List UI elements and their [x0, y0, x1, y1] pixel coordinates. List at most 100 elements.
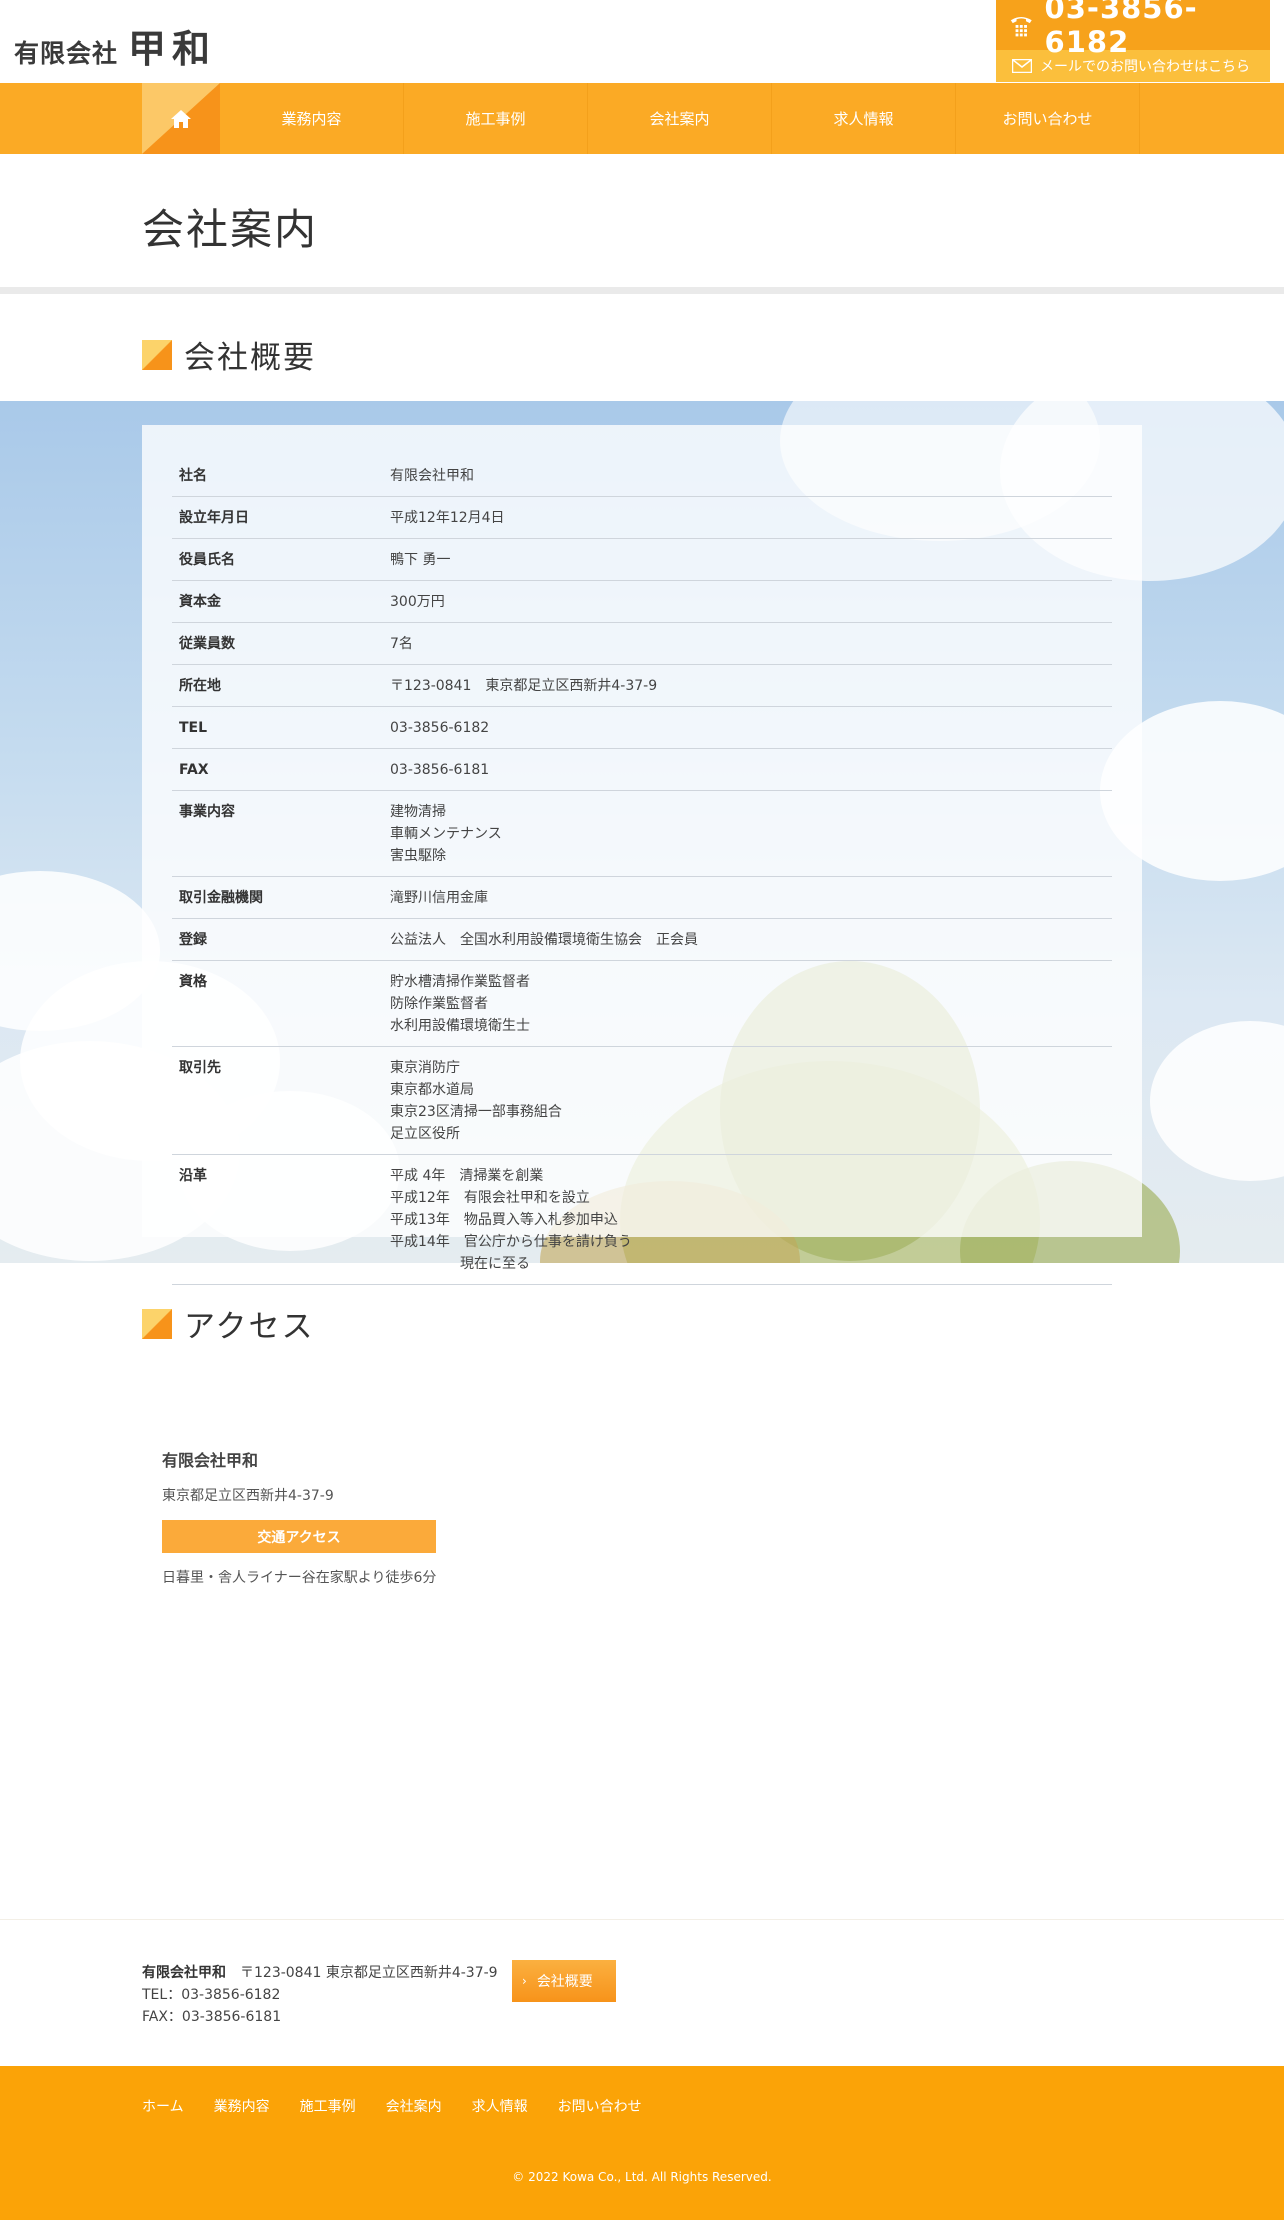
- info-value-line: 03-3856-6181: [390, 762, 490, 778]
- info-key: 沿革: [179, 1168, 207, 1184]
- header-contact: 03-3856-6182 メールでのお問い合わせはこちら: [996, 0, 1270, 82]
- info-row: 設立年月日 平成12年12月4日: [172, 497, 1112, 539]
- nav-item-label: 施工事例: [465, 110, 526, 128]
- nav-item-recruit[interactable]: 求人情報: [772, 83, 956, 154]
- site-logo[interactable]: 有限会社 甲和: [14, 18, 216, 73]
- home-icon: [171, 110, 191, 128]
- info-value-line: 東京都水道局: [390, 1082, 474, 1098]
- company-info-panel: 社名 有限会社甲和設立年月日 平成12年12月4日役員氏名 鴨下 勇一資本金 300万円…: [142, 425, 1142, 1285]
- header-tel[interactable]: 03-3856-6182: [996, 0, 1270, 59]
- info-value-line: 平成12年 有限会社甲和を設立: [390, 1190, 590, 1206]
- site-header: 有限会社 甲和 03-3856-6182 メールでのお問い合わせはこちら: [0, 0, 1284, 83]
- footer-nav-services[interactable]: 業務内容: [214, 2096, 270, 2116]
- info-value-line: 300万円: [390, 594, 445, 610]
- info-row: 事業内容 建物清掃 車輌メンテナンス 害虫駆除: [172, 791, 1112, 877]
- info-value-line: 平成14年 官公庁から仕事を請け負う: [390, 1234, 632, 1250]
- info-key: 資格: [179, 974, 207, 990]
- footer-fax: FAX：03-3856-6181: [142, 2009, 282, 2025]
- info-row: TEL 03-3856-6182: [172, 707, 1112, 749]
- info-value-line: 平成12年12月4日: [390, 510, 505, 526]
- info-value-line: 車輌メンテナンス: [390, 826, 502, 842]
- nav-home[interactable]: [142, 83, 220, 154]
- footer-company-name: 有限会社甲和: [142, 1965, 226, 1981]
- transit-access-button[interactable]: 交通アクセス: [162, 1520, 436, 1553]
- info-row: 所在地 〒123-0841 東京都足立区西新井4-37-9: [172, 665, 1112, 707]
- heading-square-icon: [142, 339, 172, 370]
- info-row: 取引先 東京消防庁 東京都水道局 東京23区清掃一部事務組合 足立区役所: [172, 1047, 1112, 1155]
- footer-nav-company[interactable]: 会社案内: [386, 2096, 442, 2116]
- info-row: 社名 有限会社甲和: [172, 455, 1112, 497]
- footer-divider: [0, 1919, 1284, 1920]
- info-row: 資格 貯水槽清掃作業監督者 防除作業監督者水利用設備環境衛生士: [172, 961, 1112, 1047]
- info-key: 取引金融機関: [179, 890, 263, 906]
- info-row: 取引金融機関 滝野川信用金庫: [172, 877, 1112, 919]
- info-value-line: 害虫駆除: [390, 848, 446, 864]
- info-value-line: 03-3856-6182: [390, 720, 490, 736]
- global-nav: 業務内容 施工事例 会社案内 求人情報 お問い合わせ: [0, 83, 1284, 154]
- info-value: 〒123-0841 東京都足立区西新井4-37-9: [390, 675, 1112, 697]
- info-value-line: 貯水槽清掃作業監督者: [390, 974, 530, 990]
- title-divider: [0, 287, 1284, 294]
- page-title: 会社案内: [142, 205, 319, 254]
- footer-overview-button[interactable]: › 会社概要: [512, 1960, 616, 2002]
- info-row: 従業員数 7名: [172, 623, 1112, 665]
- info-key: TEL: [179, 720, 208, 736]
- info-key: 設立年月日: [179, 510, 249, 526]
- info-key: 役員氏名: [179, 552, 235, 568]
- nav-item-contact[interactable]: お問い合わせ: [956, 83, 1140, 154]
- info-value-line: 防除作業監督者: [390, 996, 488, 1012]
- header-mail-label: メールでのお問い合わせはこちら: [1040, 59, 1250, 75]
- section-heading-overview: 会社概要: [142, 332, 316, 377]
- info-key: 事業内容: [179, 804, 235, 820]
- info-value: 300万円: [390, 591, 1112, 613]
- footer-overview-label: 会社概要: [536, 1974, 593, 1990]
- info-value: 有限会社甲和: [390, 465, 1112, 487]
- info-value-line: 7名: [390, 636, 413, 652]
- info-value-line: 平成13年 物品買入等入札参加申込: [390, 1212, 618, 1228]
- info-value-line: 足立区役所: [390, 1126, 460, 1142]
- nav-item-company[interactable]: 会社案内: [588, 83, 772, 154]
- phone-icon: [1010, 16, 1032, 37]
- nav-item-services[interactable]: 業務内容: [220, 83, 404, 154]
- info-value: 03-3856-6182: [390, 717, 1112, 739]
- info-value: 鴨下 勇一: [390, 549, 1112, 571]
- info-value-line: 滝野川信用金庫: [390, 890, 488, 906]
- info-value: 滝野川信用金庫: [390, 887, 1112, 909]
- info-key: 社名: [179, 468, 207, 484]
- info-value-line: 〒123-0841 東京都足立区西新井4-37-9: [390, 678, 658, 694]
- info-key: 取引先: [179, 1060, 221, 1076]
- access-address: 東京都足立区西新井4-37-9: [162, 1488, 334, 1504]
- info-value: 7名: [390, 633, 1112, 655]
- logo-name: 甲和: [128, 27, 217, 71]
- footer-nav-home[interactable]: ホーム: [142, 2096, 184, 2116]
- footer-nav: ホーム 業務内容 施工事例 会社案内 求人情報 お問い合わせ: [142, 2096, 672, 2116]
- footer-nav-recruit[interactable]: 求人情報: [472, 2096, 528, 2116]
- info-key: 従業員数: [179, 636, 235, 652]
- access-note: 日暮里・舎人ライナー谷在家駅より徒歩6分: [162, 1570, 437, 1586]
- nav-item-works[interactable]: 施工事例: [404, 83, 588, 154]
- nav-item-label: 会社案内: [649, 110, 710, 128]
- nav-item-label: 業務内容: [281, 110, 342, 128]
- info-key: 資本金: [179, 594, 221, 610]
- info-value: 平成 4年 清掃業を創業 平成12年 有限会社甲和を設立 平成13年 物品買入等入札…: [390, 1165, 1112, 1275]
- company-info-table: 社名 有限会社甲和設立年月日 平成12年12月4日役員氏名 鴨下 勇一資本金 300万円…: [172, 455, 1112, 1285]
- info-value: 東京消防庁 東京都水道局 東京23区清掃一部事務組合 足立区役所: [390, 1057, 1112, 1145]
- section-heading-access: アクセス: [142, 1301, 314, 1346]
- info-value-line: 現在に至る: [390, 1256, 530, 1272]
- copyright: © 2022 Kowa Co., Ltd. All Rights Reserve…: [512, 2170, 772, 2184]
- section-heading-text: 会社概要: [184, 340, 316, 376]
- info-value: 貯水槽清掃作業監督者 防除作業監督者水利用設備環境衛生士: [390, 971, 1112, 1037]
- header-tel-number: 03-3856-6182: [1044, 0, 1198, 59]
- footer-tel: TEL：03-3856-6182: [142, 1987, 281, 2003]
- info-value-line: 水利用設備環境衛生士: [390, 1018, 530, 1034]
- info-row: 沿革 平成 4年 清掃業を創業 平成12年 有限会社甲和を設立 平成13年 物品買入等…: [172, 1155, 1112, 1285]
- info-value-line: 鴨下 勇一: [390, 552, 451, 568]
- footer-nav-contact[interactable]: お問い合わせ: [558, 2096, 642, 2116]
- footer-nav-works[interactable]: 施工事例: [300, 2096, 356, 2116]
- info-value-line: 東京23区清掃一部事務組合: [390, 1104, 562, 1120]
- info-row: 役員氏名 鴨下 勇一: [172, 539, 1112, 581]
- info-value: 03-3856-6181: [390, 759, 1112, 781]
- section-heading-text: アクセス: [184, 1309, 315, 1345]
- site-footer: ホーム 業務内容 施工事例 会社案内 求人情報 お問い合わせ © 2022 Ko…: [0, 2066, 1284, 2220]
- info-row: 登録 公益法人 全国水利用設備環境衛生協会 正会員: [172, 919, 1112, 961]
